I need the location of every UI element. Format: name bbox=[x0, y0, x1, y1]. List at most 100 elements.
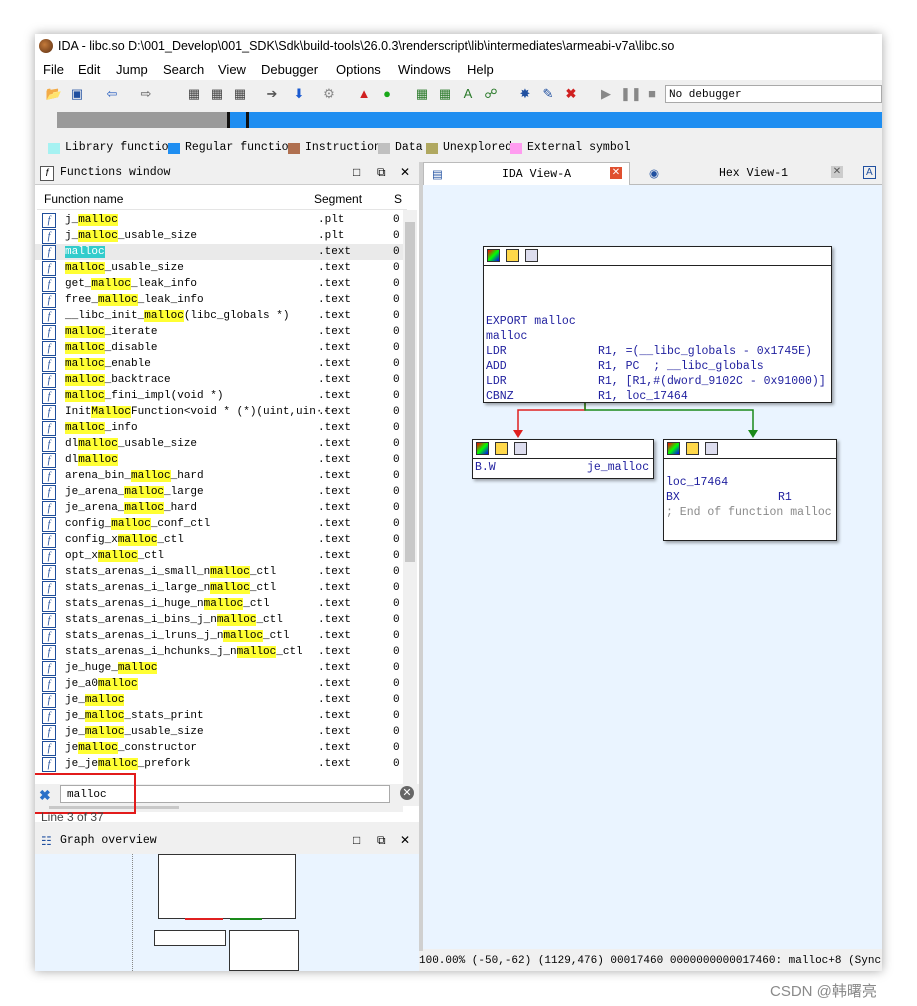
function-row[interactable]: f je_a0malloc .text 0 bbox=[35, 676, 405, 692]
function-row[interactable]: f malloc_info .text 0 bbox=[35, 420, 405, 436]
color-icon[interactable] bbox=[667, 442, 680, 455]
navigation-band[interactable] bbox=[35, 108, 882, 136]
next-tab-icon[interactable]: A bbox=[863, 166, 876, 179]
group-icon[interactable] bbox=[514, 442, 527, 455]
function-row[interactable]: f stats_arenas_i_small_nmalloc_ctl .text 0 bbox=[35, 564, 405, 580]
function-row[interactable]: f malloc_enable .text 0 bbox=[35, 356, 405, 372]
rename-icon[interactable] bbox=[686, 442, 699, 455]
download-arrow-icon[interactable]: ⬇ bbox=[290, 85, 308, 103]
block-malloc[interactable]: EXPORT malloc malloc LDR R1, =(__libc_gl… bbox=[483, 246, 832, 403]
next-search-icon[interactable]: ▦ bbox=[231, 85, 249, 103]
function-row[interactable]: f free_malloc_leak_info .text 0 bbox=[35, 292, 405, 308]
block-loc-17464[interactable]: loc_17464 BX R1 ; End of function malloc bbox=[663, 439, 837, 541]
save-icon[interactable]: ▣ bbox=[68, 85, 86, 103]
analyze-icon[interactable]: ⚙ bbox=[320, 85, 338, 103]
stop-icon[interactable]: ■ bbox=[643, 85, 661, 103]
function-row[interactable]: f stats_arenas_i_huge_nmalloc_ctl .text 0 bbox=[35, 596, 405, 612]
open-icon[interactable]: 📂 bbox=[45, 85, 63, 103]
menu-windows[interactable]: Windows bbox=[398, 62, 451, 77]
menu-edit[interactable]: Edit bbox=[78, 62, 100, 77]
code-operand[interactable]: je_malloc bbox=[587, 461, 649, 474]
debugger-select[interactable]: No debugger bbox=[665, 85, 882, 103]
binary-search-icon[interactable]: ▦ bbox=[185, 85, 203, 103]
function-row[interactable]: f malloc_usable_size .text 0 bbox=[35, 260, 405, 276]
function-row[interactable]: f opt_xmalloc_ctl .text 0 bbox=[35, 548, 405, 564]
function-row[interactable]: f je_malloc_usable_size .text 0 bbox=[35, 724, 405, 740]
jump-icon[interactable]: ➔ bbox=[263, 85, 281, 103]
color-icon[interactable] bbox=[476, 442, 489, 455]
scroll-thumb[interactable] bbox=[405, 222, 415, 562]
graph-view[interactable]: EXPORT malloc malloc LDR R1, =(__libc_gl… bbox=[423, 185, 882, 949]
function-row[interactable]: f malloc .text 0 bbox=[35, 244, 405, 260]
function-row[interactable]: f arena_bin_malloc_hard .text 0 bbox=[35, 468, 405, 484]
function-row[interactable]: f je_malloc_stats_print .text 0 bbox=[35, 708, 405, 724]
function-row[interactable]: f __libc_init_malloc(libc_globals *) .text… bbox=[35, 308, 405, 324]
menu-options[interactable]: Options bbox=[336, 62, 381, 77]
group-icon[interactable] bbox=[525, 249, 538, 262]
function-row[interactable]: f malloc_disable .text 0 bbox=[35, 340, 405, 356]
clear-filter-icon[interactable]: ✕ bbox=[400, 786, 414, 800]
menu-jump[interactable]: Jump bbox=[116, 62, 148, 77]
function-row[interactable]: f stats_arenas_i_bins_j_nmalloc_ctl .text 0 bbox=[35, 612, 405, 628]
function-row[interactable]: f get_malloc_leak_info .text 0 bbox=[35, 276, 405, 292]
group-icon[interactable] bbox=[705, 442, 718, 455]
vertical-scrollbar[interactable] bbox=[403, 210, 417, 798]
graph-overview-panel[interactable] bbox=[35, 854, 419, 971]
close-icon[interactable]: ✕ bbox=[400, 833, 410, 847]
play-icon[interactable]: ▶ bbox=[597, 85, 615, 103]
col-start[interactable]: S bbox=[394, 192, 402, 206]
back-icon[interactable]: ⇦ bbox=[103, 85, 121, 103]
function-row[interactable]: f je_huge_malloc .text 0 bbox=[35, 660, 405, 676]
function-row[interactable]: f dlmalloc_usable_size .text 0 bbox=[35, 436, 405, 452]
function-row[interactable]: f malloc_iterate .text 0 bbox=[35, 324, 405, 340]
green-circle-icon[interactable]: ● bbox=[378, 85, 396, 103]
text-search-icon[interactable]: ▦ bbox=[208, 85, 226, 103]
function-row[interactable]: f stats_arenas_i_lruns_j_nmalloc_ctl .text… bbox=[35, 628, 405, 644]
tab-ida-view-a[interactable]: ▤ IDA View-A ✕ bbox=[423, 162, 630, 185]
function-row[interactable]: f dlmalloc .text 0 bbox=[35, 452, 405, 468]
tab-hex-view-1[interactable]: ◉ Hex View-1 ✕ bbox=[641, 162, 851, 184]
menu-help[interactable]: Help bbox=[467, 62, 494, 77]
function-row[interactable]: f je_arena_malloc_large .text 0 bbox=[35, 484, 405, 500]
function-row[interactable]: f malloc_fini_impl(void *) .text 0 bbox=[35, 388, 405, 404]
function-row[interactable]: f stats_arenas_i_hchunks_j_nmalloc_ctl .te… bbox=[35, 644, 405, 660]
function-row[interactable]: f j_malloc_usable_size .plt 0 bbox=[35, 228, 405, 244]
function-row[interactable]: f je_arena_malloc_hard .text 0 bbox=[35, 500, 405, 516]
delete-icon[interactable]: ✖ bbox=[562, 85, 580, 103]
function-row[interactable]: f j_malloc .plt 0 bbox=[35, 212, 405, 228]
function-row[interactable]: f config_malloc_conf_ctl .text 0 bbox=[35, 516, 405, 532]
close-icon[interactable]: ✕ bbox=[400, 165, 410, 179]
data-icon[interactable]: ▦ bbox=[436, 85, 454, 103]
menu-file[interactable]: File bbox=[43, 62, 64, 77]
graph-icon[interactable]: ▲ bbox=[355, 85, 373, 103]
menu-debugger[interactable]: Debugger bbox=[261, 62, 318, 77]
function-row[interactable]: f config_xmalloc_ctl .text 0 bbox=[35, 532, 405, 548]
code-icon[interactable]: ▦ bbox=[413, 85, 431, 103]
menu-view[interactable]: View bbox=[218, 62, 246, 77]
color-icon[interactable] bbox=[487, 249, 500, 262]
xref-icon[interactable]: ✸ bbox=[516, 85, 534, 103]
function-row[interactable]: f stats_arenas_i_large_nmalloc_ctl .text 0 bbox=[35, 580, 405, 596]
block-je-malloc[interactable]: B.W je_malloc bbox=[472, 439, 654, 479]
rename-icon[interactable] bbox=[495, 442, 508, 455]
struct-icon[interactable]: ☍ bbox=[482, 85, 500, 103]
maximize-icon[interactable]: □ bbox=[353, 833, 360, 847]
col-segment[interactable]: Segment bbox=[314, 192, 362, 206]
pause-icon[interactable]: ❚❚ bbox=[620, 85, 642, 103]
forward-icon[interactable]: ⇨ bbox=[137, 85, 155, 103]
float-icon[interactable]: ⧉ bbox=[377, 165, 386, 180]
close-tab-icon[interactable]: ✕ bbox=[831, 166, 843, 178]
col-function-name[interactable]: Function name bbox=[44, 192, 123, 206]
function-row[interactable]: f jemalloc_constructor .text 0 bbox=[35, 740, 405, 756]
function-row[interactable]: f je_jemalloc_prefork .text 0 bbox=[35, 756, 405, 772]
close-tab-icon[interactable]: ✕ bbox=[610, 167, 622, 179]
function-row[interactable]: f malloc_backtrace .text 0 bbox=[35, 372, 405, 388]
menu-search[interactable]: Search bbox=[163, 62, 204, 77]
float-icon[interactable]: ⧉ bbox=[377, 833, 386, 848]
function-row[interactable]: f je_malloc .text 0 bbox=[35, 692, 405, 708]
string-icon[interactable]: A bbox=[459, 85, 477, 103]
edit-icon[interactable]: ✎ bbox=[539, 85, 557, 103]
function-row[interactable]: f InitMallocFunction<void * (*)(uint,uin·… bbox=[35, 404, 405, 420]
maximize-icon[interactable]: □ bbox=[353, 165, 360, 179]
rename-icon[interactable] bbox=[506, 249, 519, 262]
